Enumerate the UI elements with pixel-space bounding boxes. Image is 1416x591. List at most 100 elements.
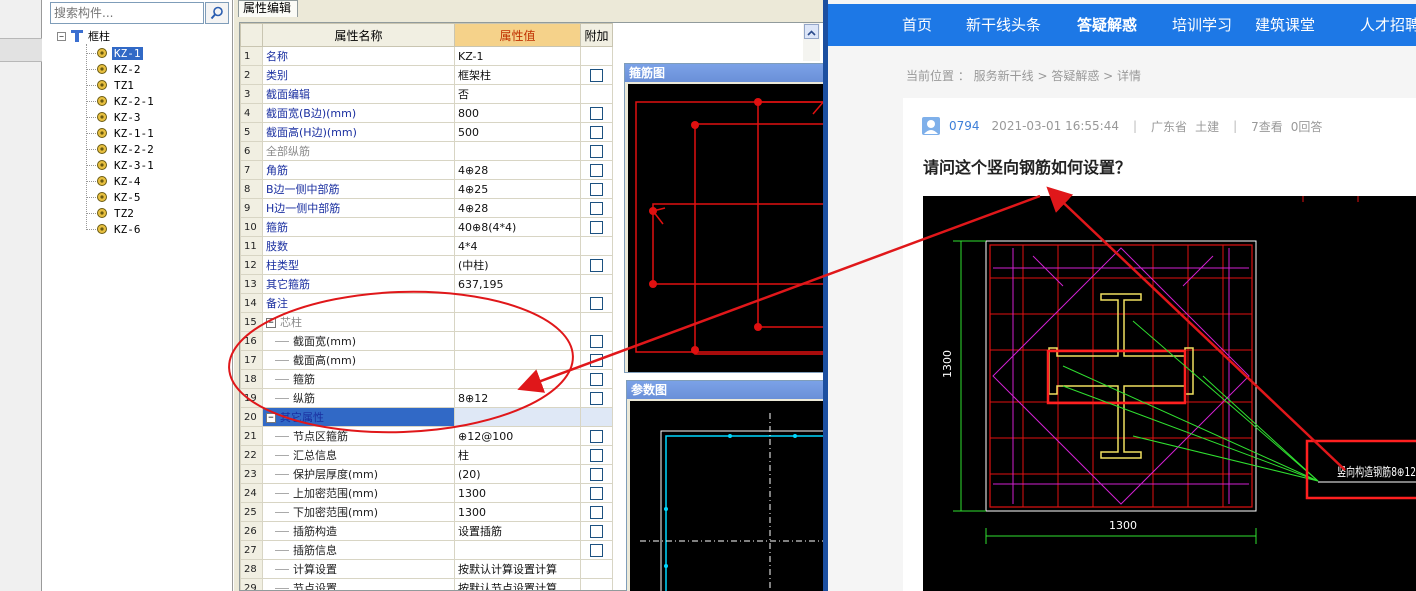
property-row[interactable]: 7 角筋 4⊕28 bbox=[240, 160, 613, 180]
property-value-cell[interactable] bbox=[454, 407, 581, 427]
property-value-cell[interactable]: 按默认计算设置计算 bbox=[454, 559, 581, 579]
property-scrollbar[interactable] bbox=[803, 23, 820, 61]
property-row[interactable]: 20− 其它属性 bbox=[240, 407, 613, 427]
tree-item[interactable]: KZ-1 bbox=[86, 45, 143, 61]
property-row[interactable]: 21 节点区箍筋 ⊕12@100 bbox=[240, 426, 613, 446]
group-collapse-toggle[interactable]: − bbox=[266, 317, 276, 328]
property-value-cell[interactable] bbox=[454, 350, 581, 370]
property-value-cell[interactable]: 4⊕25 bbox=[454, 179, 581, 199]
property-row[interactable]: 17 截面高(mm) bbox=[240, 350, 613, 370]
property-row[interactable]: 6 全部纵筋 bbox=[240, 141, 613, 161]
extra-checkbox[interactable] bbox=[590, 145, 603, 158]
extra-checkbox[interactable] bbox=[590, 544, 603, 557]
extra-checkbox[interactable] bbox=[590, 183, 603, 196]
extra-checkbox[interactable] bbox=[590, 506, 603, 519]
property-value-cell[interactable]: 40⊕8(4*4) bbox=[454, 217, 581, 237]
extra-checkbox[interactable] bbox=[590, 525, 603, 538]
extra-checkbox[interactable] bbox=[590, 430, 603, 443]
property-value-cell[interactable] bbox=[454, 331, 581, 351]
property-row[interactable]: 13 其它箍筋 637,195 bbox=[240, 274, 613, 294]
property-row[interactable]: 5 截面高(H边)(mm) 500 bbox=[240, 122, 613, 142]
property-row[interactable]: 22 汇总信息 柱 bbox=[240, 445, 613, 465]
property-value-cell[interactable] bbox=[454, 540, 581, 560]
question-author[interactable]: 0794 bbox=[949, 119, 980, 133]
property-value-cell[interactable] bbox=[454, 312, 581, 332]
tree-item[interactable]: KZ-3-1 bbox=[86, 157, 156, 173]
property-row[interactable]: 27 插筋信息 bbox=[240, 540, 613, 560]
extra-checkbox[interactable] bbox=[590, 297, 603, 310]
extra-checkbox[interactable] bbox=[590, 259, 603, 272]
property-value-cell[interactable]: 按默认节点设置计算 bbox=[454, 578, 581, 590]
tree-item[interactable]: TZ2 bbox=[86, 205, 136, 221]
property-value-cell[interactable]: 柱 bbox=[454, 445, 581, 465]
property-row[interactable]: 8 B边一侧中部筋 4⊕25 bbox=[240, 179, 613, 199]
property-row[interactable]: 26 插筋构造 设置插筋 bbox=[240, 521, 613, 541]
question-image[interactable]: 1300 1300 竖向构造钢筋8⊕12 bbox=[923, 196, 1416, 591]
component-search-input[interactable] bbox=[50, 2, 204, 24]
extra-checkbox[interactable] bbox=[590, 221, 603, 234]
tree-item[interactable]: KZ-2 bbox=[86, 61, 143, 77]
property-row[interactable]: 4 截面宽(B边)(mm) 800 bbox=[240, 103, 613, 123]
property-value-cell[interactable]: 设置插筋 bbox=[454, 521, 581, 541]
nav-headlines[interactable]: 新干线头条 bbox=[966, 4, 1041, 46]
property-value-cell[interactable]: 4⊕28 bbox=[454, 198, 581, 218]
tab-property-edit[interactable]: 属性编辑 bbox=[238, 0, 298, 17]
property-value-cell[interactable]: 否 bbox=[454, 84, 581, 104]
property-value-cell[interactable]: 637,195 bbox=[454, 274, 581, 294]
property-value-cell[interactable]: 框架柱 bbox=[454, 65, 581, 85]
property-value-cell[interactable]: 1300 bbox=[454, 502, 581, 522]
extra-checkbox[interactable] bbox=[590, 487, 603, 500]
property-value-cell[interactable]: KZ-1 bbox=[454, 46, 581, 66]
extra-checkbox[interactable] bbox=[590, 392, 603, 405]
property-row[interactable]: 3 截面编辑 否 bbox=[240, 84, 613, 104]
property-row[interactable]: 18 箍筋 bbox=[240, 369, 613, 389]
property-value-cell[interactable]: 8⊕12 bbox=[454, 388, 581, 408]
property-row[interactable]: 29 节点设置 按默认节点设置计算 bbox=[240, 578, 613, 590]
extra-checkbox[interactable] bbox=[590, 202, 603, 215]
property-row[interactable]: 12 柱类型 (中柱) bbox=[240, 255, 613, 275]
extra-checkbox[interactable] bbox=[590, 107, 603, 120]
property-row[interactable]: 23 保护层厚度(mm) (20) bbox=[240, 464, 613, 484]
extra-checkbox[interactable] bbox=[590, 373, 603, 386]
tree-item[interactable]: TZ1 bbox=[86, 77, 136, 93]
group-collapse-toggle[interactable]: − bbox=[266, 412, 276, 423]
property-value-cell[interactable]: 1300 bbox=[454, 483, 581, 503]
tree-item[interactable]: KZ-4 bbox=[86, 173, 143, 189]
property-row[interactable]: 14 备注 bbox=[240, 293, 613, 313]
nav-qa[interactable]: 答疑解惑 bbox=[1077, 4, 1137, 46]
scroll-up-arrow[interactable] bbox=[804, 24, 819, 39]
tree-collapse-toggle[interactable]: − bbox=[57, 31, 66, 41]
extra-checkbox[interactable] bbox=[590, 449, 603, 462]
property-row[interactable]: 24 上加密范围(mm) 1300 bbox=[240, 483, 613, 503]
extra-checkbox[interactable] bbox=[590, 69, 603, 82]
property-row[interactable]: 15− 芯柱 bbox=[240, 312, 613, 332]
tree-root-node[interactable]: − 框柱 bbox=[57, 28, 110, 44]
extra-checkbox[interactable] bbox=[590, 335, 603, 348]
property-value-cell[interactable] bbox=[454, 369, 581, 389]
property-value-cell[interactable]: 4*4 bbox=[454, 236, 581, 256]
extra-checkbox[interactable] bbox=[590, 354, 603, 367]
property-row[interactable]: 28 计算设置 按默认计算设置计算 bbox=[240, 559, 613, 579]
property-row[interactable]: 2 类别 框架柱 bbox=[240, 65, 613, 85]
property-value-cell[interactable]: (20) bbox=[454, 464, 581, 484]
tree-item[interactable]: KZ-5 bbox=[86, 189, 143, 205]
property-value-cell[interactable]: ⊕12@100 bbox=[454, 426, 581, 446]
tree-item[interactable]: KZ-2-1 bbox=[86, 93, 156, 109]
property-row[interactable]: 11 肢数 4*4 bbox=[240, 236, 613, 256]
nav-jobs[interactable]: 人才招聘 bbox=[1360, 4, 1416, 46]
property-value-cell[interactable]: 500 bbox=[454, 122, 581, 142]
nav-classroom[interactable]: 建筑课堂 bbox=[1255, 4, 1315, 46]
nav-training[interactable]: 培训学习 bbox=[1172, 4, 1232, 46]
property-value-cell[interactable]: 4⊕28 bbox=[454, 160, 581, 180]
tree-item[interactable]: KZ-2-2 bbox=[86, 141, 156, 157]
tree-item[interactable]: KZ-3 bbox=[86, 109, 143, 125]
property-value-cell[interactable]: 800 bbox=[454, 103, 581, 123]
property-row[interactable]: 1 名称 KZ-1 bbox=[240, 46, 613, 66]
extra-checkbox[interactable] bbox=[590, 126, 603, 139]
property-value-cell[interactable] bbox=[454, 141, 581, 161]
extra-checkbox[interactable] bbox=[590, 164, 603, 177]
property-row[interactable]: 10 箍筋 40⊕8(4*4) bbox=[240, 217, 613, 237]
property-row[interactable]: 19 纵筋 8⊕12 bbox=[240, 388, 613, 408]
tree-item[interactable]: KZ-6 bbox=[86, 221, 143, 237]
extra-checkbox[interactable] bbox=[590, 468, 603, 481]
